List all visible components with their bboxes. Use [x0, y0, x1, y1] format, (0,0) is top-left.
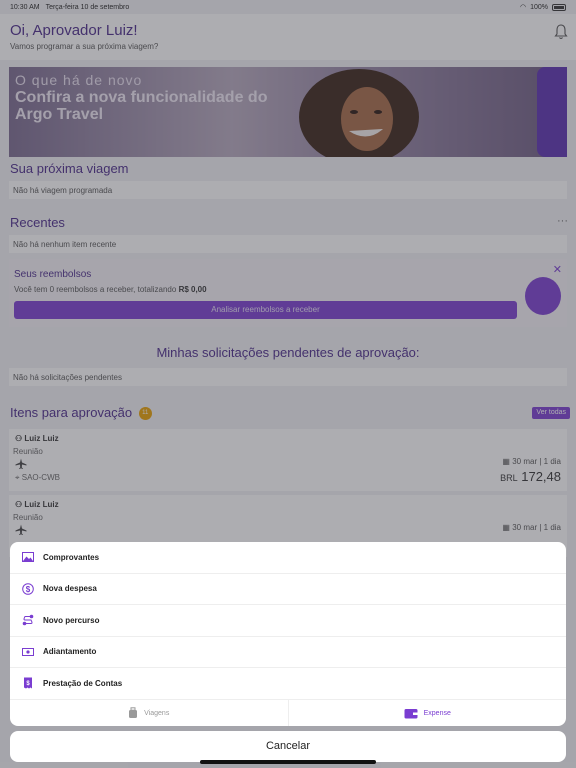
tab-expense[interactable]: Expense [287, 700, 567, 726]
action-label: Comprovantes [43, 552, 100, 562]
action-nova-despesa[interactable]: $ Nova despesa [10, 574, 566, 605]
action-label: Nova despesa [43, 584, 97, 594]
action-adiantamento[interactable]: Adiantamento [10, 637, 566, 668]
tab-label: Viagens [144, 709, 170, 717]
home-indicator [200, 760, 376, 764]
action-label: Novo percurso [43, 615, 100, 625]
route-icon [22, 614, 34, 626]
tab-label: Expense [423, 709, 451, 717]
svg-text:$: $ [26, 585, 31, 594]
dollar-circle-icon: $ [22, 582, 34, 595]
action-novo-percurso[interactable]: Novo percurso [10, 605, 566, 637]
wallet-icon [404, 708, 418, 718]
action-label: Prestação de Contas [43, 678, 123, 688]
tab-bar: Viagens Expense [10, 700, 566, 726]
receipt-icon: $ [24, 677, 32, 689]
action-sheet: Comprovantes $ Nova despesa Novo percurs… [10, 542, 566, 726]
luggage-icon [129, 707, 138, 718]
action-prestacao-de-contas[interactable]: $ Prestação de Contas [10, 668, 566, 700]
action-comprovantes[interactable]: Comprovantes [10, 542, 566, 574]
tab-viagens[interactable]: Viagens [10, 700, 288, 726]
image-icon [22, 552, 34, 563]
action-label: Adiantamento [43, 647, 97, 657]
cancel-button[interactable]: Cancelar [10, 731, 566, 762]
cash-icon [22, 647, 34, 656]
